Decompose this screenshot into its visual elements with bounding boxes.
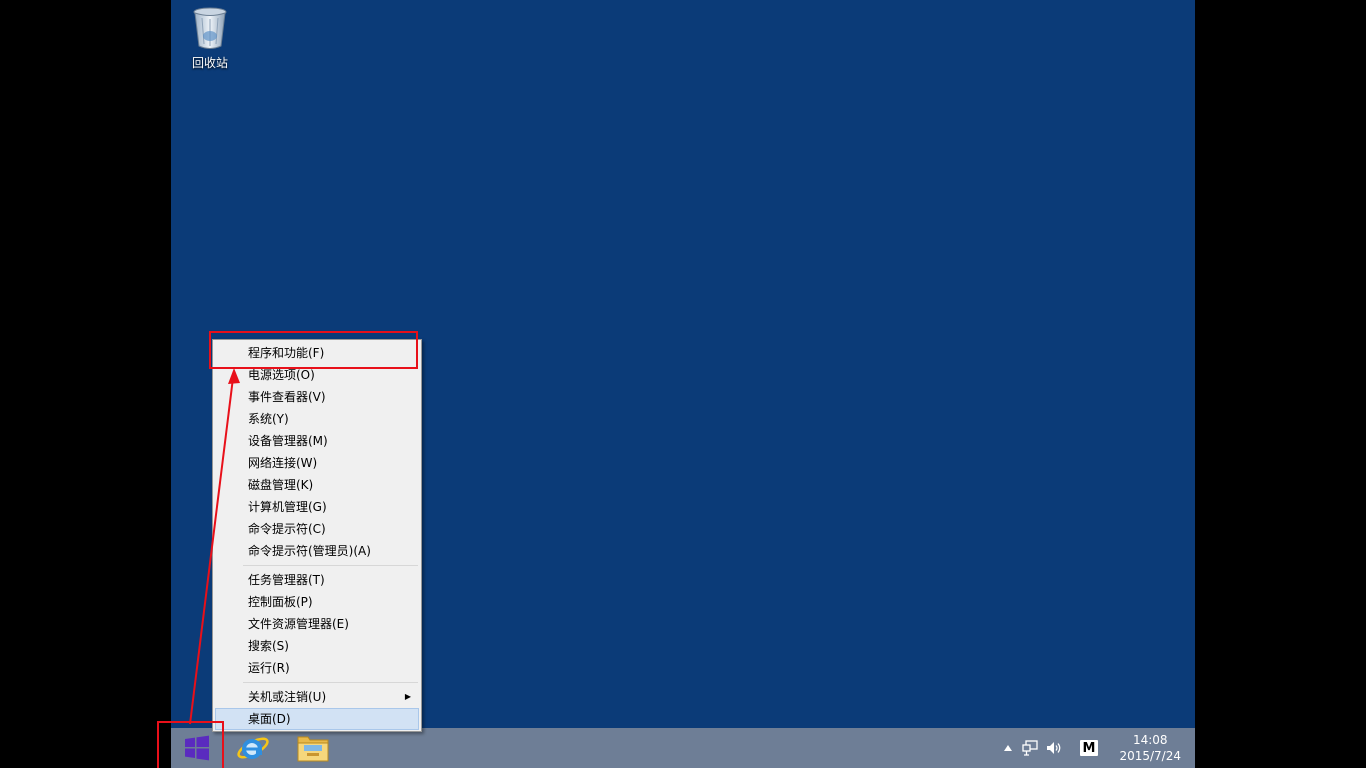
- menu-item-label: 桌面(D): [248, 712, 291, 726]
- menu-item-task-manager[interactable]: 任务管理器(T): [215, 569, 419, 591]
- menu-item-label: 磁盘管理(K): [248, 478, 314, 492]
- menu-item-label: 命令提示符(管理员)(A): [248, 544, 371, 558]
- menu-item-command-prompt[interactable]: 命令提示符(C): [215, 518, 419, 540]
- menu-item-label: 设备管理器(M): [248, 434, 328, 448]
- annotation-start-box: [157, 721, 224, 768]
- clock[interactable]: 14:08 2015/7/24: [1119, 732, 1181, 764]
- recycle-bin-label: 回收站: [191, 56, 228, 70]
- menu-item-shutdown-signout[interactable]: 关机或注销(U) ▶: [215, 686, 419, 708]
- menu-item-event-viewer[interactable]: 事件查看器(V): [215, 386, 419, 408]
- menu-item-system[interactable]: 系统(Y): [215, 408, 419, 430]
- internet-explorer-button[interactable]: [229, 728, 277, 768]
- menu-item-label: 运行(R): [248, 661, 290, 675]
- file-explorer-button[interactable]: [289, 728, 337, 768]
- menu-item-label: 控制面板(P): [248, 595, 313, 609]
- menu-item-label: 电源选项(O): [248, 368, 315, 382]
- clock-time: 14:08: [1132, 733, 1168, 747]
- menu-separator: [243, 682, 418, 683]
- menu-item-label: 系统(Y): [248, 412, 289, 426]
- taskbar: M 14:08 2015/7/24: [171, 728, 1195, 768]
- menu-separator: [243, 565, 418, 566]
- recycle-bin-icon: [193, 7, 227, 49]
- ime-indicator[interactable]: M: [1080, 740, 1098, 756]
- submenu-arrow-icon: ▶: [404, 692, 411, 701]
- menu-item-run[interactable]: 运行(R): [215, 657, 419, 679]
- chevron-up-icon: [1004, 745, 1012, 751]
- menu-item-label: 关机或注销(U): [248, 690, 327, 704]
- system-tray: M 14:08 2015/7/24: [995, 728, 1195, 768]
- menu-item-label: 搜索(S): [248, 639, 289, 653]
- menu-item-control-panel[interactable]: 控制面板(P): [215, 591, 419, 613]
- annotation-highlight-box: [209, 331, 418, 369]
- network-status-icon: [1022, 740, 1038, 756]
- show-hidden-icons-button[interactable]: [1002, 740, 1014, 756]
- menu-item-label: 计算机管理(G): [248, 500, 327, 514]
- recycle-bin-shortcut[interactable]: 回收站: [185, 6, 235, 76]
- network-icon[interactable]: [1021, 740, 1039, 756]
- menu-item-label: 文件资源管理器(E): [248, 617, 349, 631]
- menu-item-label: 网络连接(W): [248, 456, 318, 470]
- file-explorer-icon: [297, 736, 329, 762]
- clock-date: 2015/7/24: [1119, 749, 1181, 763]
- menu-item-computer-management[interactable]: 计算机管理(G): [215, 496, 419, 518]
- menu-item-label: 命令提示符(C): [248, 522, 326, 536]
- winx-context-menu: 程序和功能(F) 电源选项(O) 事件查看器(V) 系统(Y) 设备管理器(M)…: [212, 339, 422, 732]
- menu-item-command-prompt-admin[interactable]: 命令提示符(管理员)(A): [215, 540, 419, 562]
- volume-icon[interactable]: [1045, 740, 1063, 756]
- menu-item-desktop[interactable]: 桌面(D): [215, 708, 419, 730]
- speaker-icon: [1047, 742, 1061, 754]
- menu-item-label: 事件查看器(V): [248, 390, 326, 404]
- menu-item-network-connections[interactable]: 网络连接(W): [215, 452, 419, 474]
- menu-item-label: 任务管理器(T): [248, 573, 325, 587]
- menu-item-device-manager[interactable]: 设备管理器(M): [215, 430, 419, 452]
- menu-item-file-explorer[interactable]: 文件资源管理器(E): [215, 613, 419, 635]
- menu-item-disk-management[interactable]: 磁盘管理(K): [215, 474, 419, 496]
- menu-item-search[interactable]: 搜索(S): [215, 635, 419, 657]
- internet-explorer-icon: [237, 737, 269, 759]
